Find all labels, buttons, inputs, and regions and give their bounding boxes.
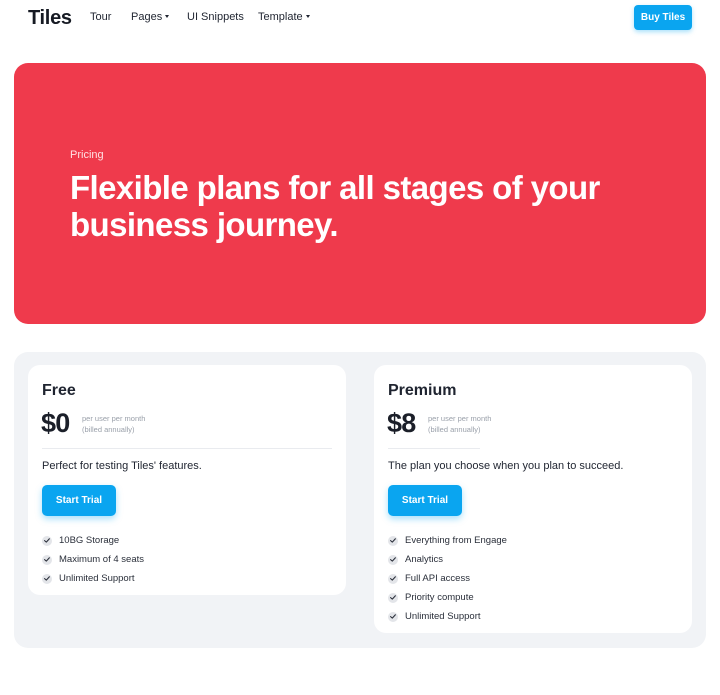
card-divider [42,448,332,449]
hero-title: Flexible plans for all stages of your bu… [70,169,600,243]
check-icon [42,573,52,584]
feature-item: Priority compute [388,588,507,607]
nav-item-pages[interactable]: Pages [131,11,170,23]
tiles-logo[interactable]: Tiles [28,7,72,30]
nav-item-label: Pages [131,11,163,23]
caret-down-icon [305,14,310,18]
check-icon [388,592,398,603]
feature-list: Everything from Engage Analytics Full AP… [388,531,507,626]
feature-label: Unlimited Support [405,611,481,622]
plan-price: $0 [41,408,70,438]
check-icon [388,611,398,622]
nav-item-label: UI Snippets [187,11,244,23]
plan-tagline: Perfect for testing Tiles' features. [42,460,202,472]
nav-item-template[interactable]: Template [258,11,310,23]
feature-label: 10BG Storage [59,535,120,546]
feature-label: Maximum of 4 seats [59,554,144,565]
plan-price: $8 [387,408,416,438]
feature-label: Full API access [405,573,470,584]
caret-down-icon [165,14,170,18]
plan-card-free: Free $0 per user per month (billed annua… [28,365,346,595]
check-icon [388,573,398,584]
card-divider [388,448,480,449]
nav-item-tour[interactable]: Tour [90,11,111,23]
check-icon [388,554,398,565]
feature-label: Priority compute [405,592,474,603]
feature-item: Maximum of 4 seats [42,550,144,569]
plan-tagline: The plan you choose when you plan to suc… [388,460,624,472]
feature-item: Unlimited Support [42,569,144,588]
feature-label: Unlimited Support [59,573,135,584]
feature-item: 10BG Storage [42,531,144,550]
check-icon [42,535,52,546]
nav-item-label: Tour [90,11,112,23]
price-note-billing: (billed annually) [428,425,481,434]
nav-item-ui-snippets[interactable]: UI Snippets [187,11,244,23]
nav-item-label: Template [258,11,303,23]
feature-label: Analytics [405,554,444,565]
price-note: per user per month (billed annually) [82,413,145,435]
feature-item: Analytics [388,550,507,569]
plan-name: Premium [388,382,457,399]
price-note-billing: (billed annually) [82,425,135,434]
feature-item: Everything from Engage [388,531,507,550]
pricing-section: Free $0 per user per month (billed annua… [14,352,706,648]
feature-item: Full API access [388,569,507,588]
plan-card-premium: Premium $8 per user per month (billed an… [374,365,692,633]
feature-list: 10BG Storage Maximum of 4 seats Unlimite… [42,531,144,588]
hero-banner: Pricing Flexible plans for all stages of… [14,63,706,324]
price-note: per user per month (billed annually) [428,413,491,435]
buy-tiles-button[interactable]: Buy Tiles [634,5,692,30]
hero-eyebrow: Pricing [70,149,104,161]
feature-item: Unlimited Support [388,607,507,626]
plan-name: Free [42,382,76,399]
check-icon [42,554,52,565]
price-note-period: per user per month [428,414,492,423]
check-icon [388,535,398,546]
price-note-period: per user per month [82,414,146,423]
start-trial-button-free[interactable]: Start Trial [42,485,116,516]
top-navigation: Tiles Tour Pages UI Snippets Template Bu… [0,0,720,36]
feature-label: Everything from Engage [405,535,507,546]
start-trial-button-premium[interactable]: Start Trial [388,485,462,516]
